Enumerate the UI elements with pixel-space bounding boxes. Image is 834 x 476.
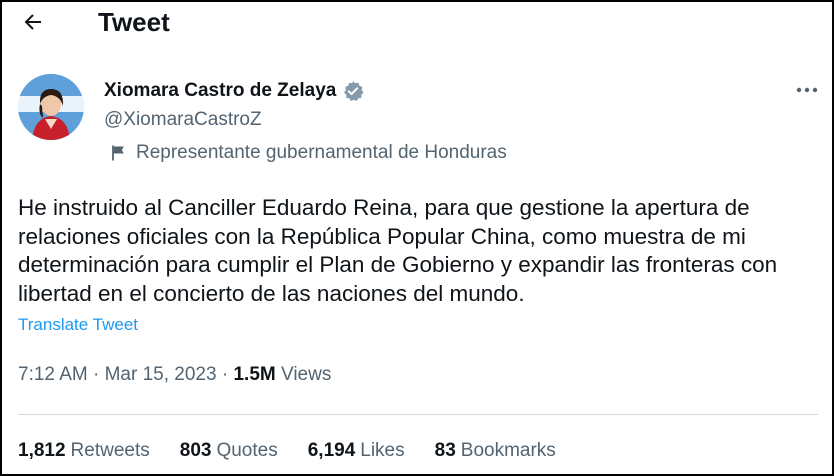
tweet-text: He instruido al Canciller Eduardo Reina,… — [18, 195, 778, 306]
author-handle[interactable]: @XiomaraCastroZ — [104, 108, 262, 132]
author-display-name[interactable]: Xiomara Castro de Zelaya — [104, 78, 336, 104]
arrow-left-icon — [24, 14, 41, 30]
likes-label: Likes — [360, 440, 405, 461]
tweet-date[interactable]: Mar 15, 2023 — [105, 364, 217, 385]
quotes-count: 803 — [179, 440, 212, 461]
divider — [18, 414, 818, 415]
avatar[interactable] — [18, 74, 84, 140]
bookmarks-count: 83 — [434, 440, 456, 461]
retweets-label: Retweets — [70, 440, 150, 461]
more-options-button[interactable] — [792, 78, 822, 102]
quotes-label: Quotes — [216, 440, 278, 461]
engagement-stats: 1,812 Retweets 803 Quotes 6,194 Likes 83 Boo… — [18, 438, 586, 464]
likes-stat[interactable]: 6,194 Likes — [308, 438, 405, 464]
likes-count: 6,194 — [307, 440, 356, 461]
bookmarks-label: Bookmarks — [460, 440, 556, 461]
retweets-stat[interactable]: 1,812 Retweets — [18, 438, 150, 464]
views-label: Views — [281, 364, 332, 385]
views-count: 1.5M — [233, 364, 276, 385]
author-name-row: Xiomara Castro de Zelaya — [104, 78, 364, 104]
top-bar: Tweet — [2, 2, 832, 42]
tweet-metadata: 7:12 AM · Mar 15, 2023 · 1.5M Views — [18, 364, 332, 385]
page-title: Tweet — [98, 7, 170, 37]
affiliation-label[interactable]: Representante gubernamental de Honduras — [110, 140, 507, 166]
translate-tweet-link[interactable]: Translate Tweet — [18, 314, 138, 336]
back-button[interactable] — [16, 6, 50, 38]
tweet-time[interactable]: 7:12 AM — [18, 364, 88, 385]
retweets-count: 1,812 — [18, 440, 66, 461]
more-horizontal-icon — [796, 87, 818, 93]
bookmarks-stat[interactable]: 83 Bookmarks — [435, 438, 556, 464]
flag-icon — [110, 144, 128, 162]
tweet-window: Tweet Xiomara Castro de Zelaya @XiomaraC… — [0, 0, 834, 476]
affiliation-label-text: Representante gubernamental de Honduras — [136, 142, 507, 163]
verified-badge-icon — [342, 80, 364, 102]
quotes-stat[interactable]: 803 Quotes — [180, 438, 278, 464]
